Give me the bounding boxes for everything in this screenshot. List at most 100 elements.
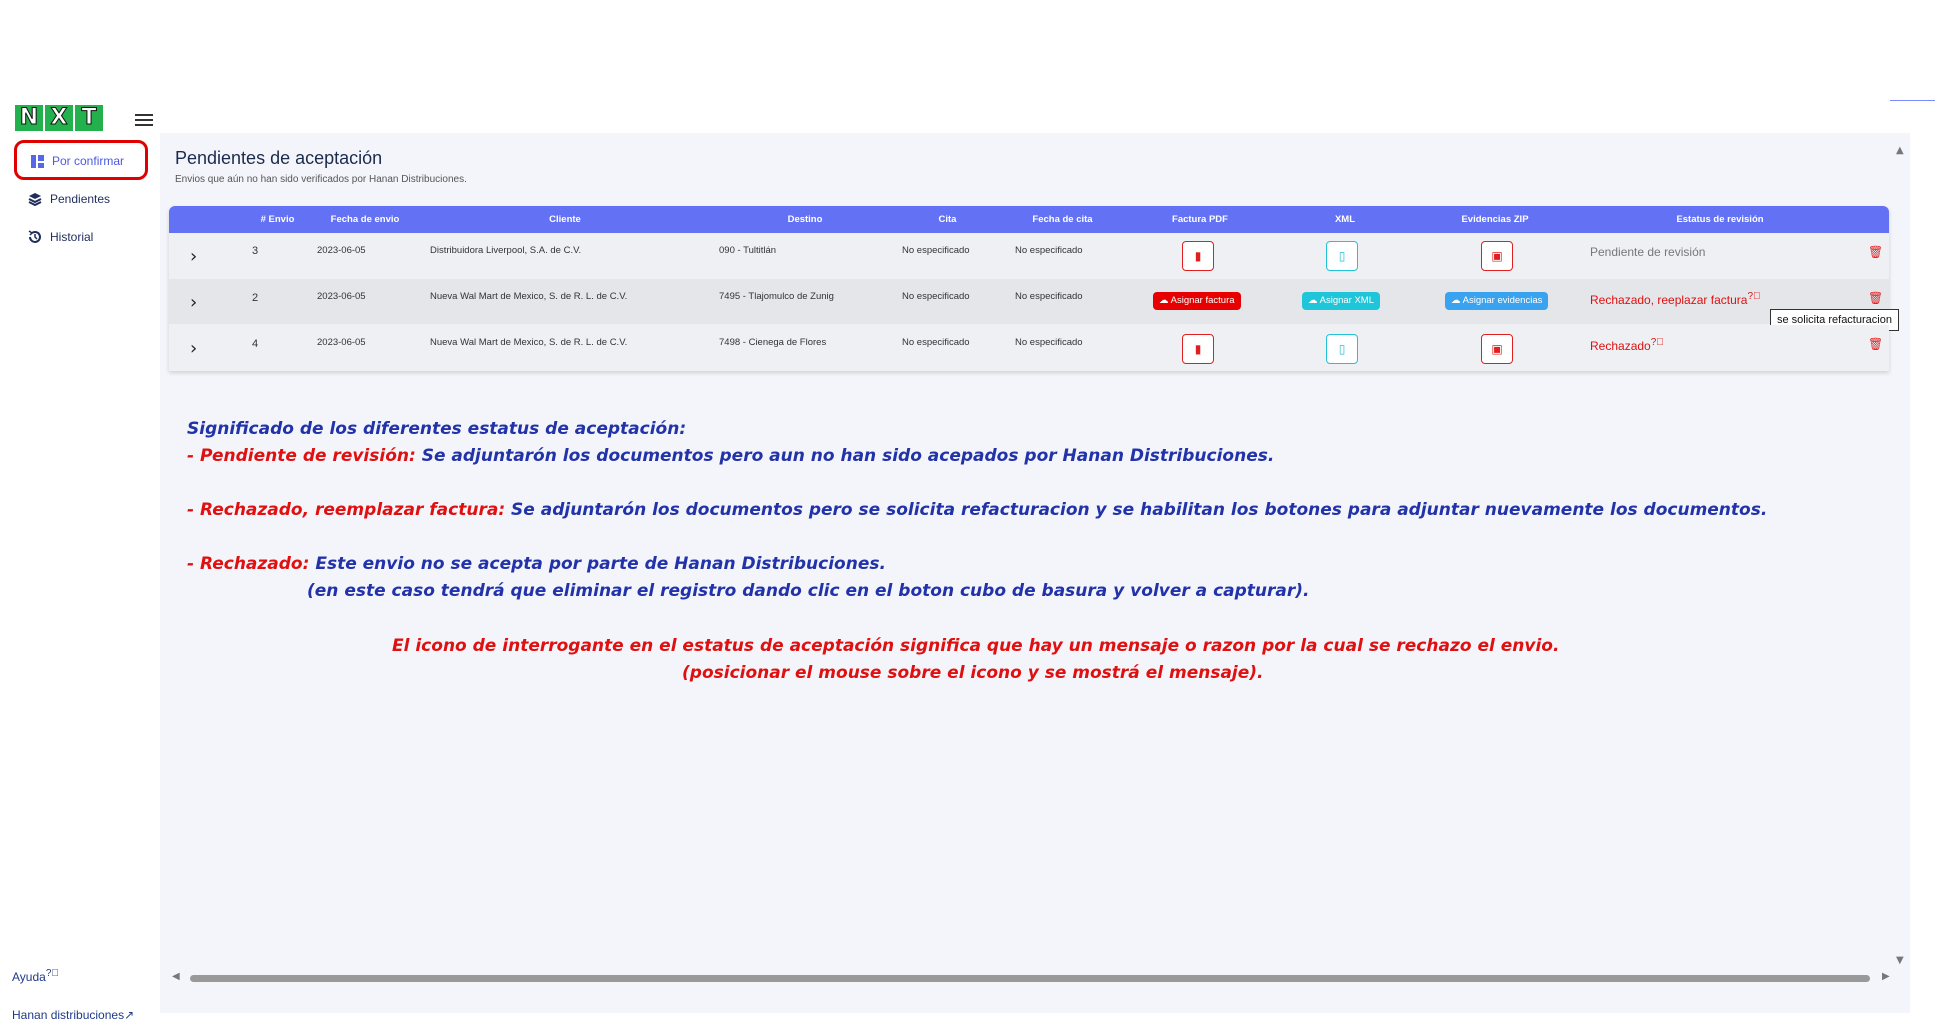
zip-file-button[interactable]: ▣: [1481, 241, 1513, 271]
cell-cita: No especificado: [902, 337, 970, 348]
cell-destino: 090 - Tultitlán: [719, 245, 777, 256]
explanation-line-1: - Pendiente de revisión: Se adjuntarón l…: [187, 446, 1274, 466]
status-key: - Rechazado:: [187, 554, 310, 574]
external-link-icon: ↗: [124, 1008, 135, 1022]
trash-icon[interactable]: 🗑: [1868, 337, 1883, 351]
trash-icon[interactable]: 🗑: [1868, 291, 1883, 305]
cell-destino: 7495 - Tlajomulco de Zunig: [719, 291, 834, 302]
horizontal-scrollbar[interactable]: [190, 975, 1870, 982]
col-xml: XML: [1334, 214, 1356, 225]
cell-fecha-cita: No especificado: [1015, 245, 1083, 256]
status-text: Rechazado?⃝: [1590, 337, 1664, 353]
question-icon[interactable]: ?⃝: [1651, 337, 1664, 348]
menu-icon[interactable]: [135, 111, 153, 129]
col-estatus: Estatus de revisión: [1676, 214, 1764, 225]
cell-envio: 2: [252, 292, 259, 304]
images-icon: ▣: [1491, 342, 1503, 356]
status-desc: Este envio no se acepta por parte de Han…: [309, 554, 886, 574]
page-subtitle: Envios que aún no han sido verificados p…: [175, 174, 467, 185]
asignar-factura-button[interactable]: ☁ Asignar factura: [1153, 292, 1241, 310]
asignar-evidencias-button[interactable]: ☁ Asignar evidencias: [1445, 292, 1549, 310]
trash-icon[interactable]: 🗑: [1868, 245, 1883, 259]
logo-letter-x: X: [45, 105, 73, 131]
pdf-icon: ▮: [1194, 342, 1202, 356]
sidebar-item-por-confirmar[interactable]: Por confirmar: [30, 150, 124, 172]
col-envio: # Envio: [260, 214, 295, 225]
pdf-file-button[interactable]: ▮: [1182, 241, 1214, 271]
explanation-heading: Significado de los diferentes estatus de…: [187, 419, 687, 439]
cell-cliente: Distribuidora Liverpool, S.A. de C.V.: [430, 245, 582, 256]
cell-fecha: 2023-06-05: [317, 291, 366, 302]
explanation-line-3: - Rechazado: Este envio no se acepta por…: [187, 554, 886, 574]
xml-file-button[interactable]: ▯: [1326, 241, 1358, 271]
chevron-right-icon[interactable]: ›: [190, 292, 197, 313]
status-desc: Se adjuntarón los documentos pero aun no…: [415, 446, 1275, 466]
file-icon: ▯: [1338, 249, 1346, 263]
chevron-right-icon[interactable]: ›: [190, 338, 197, 359]
scroll-up-icon[interactable]: ▲: [1896, 145, 1904, 156]
chevron-right-icon[interactable]: ›: [190, 246, 197, 267]
sidebar-item-label: Historial: [50, 230, 94, 244]
sidebar-item-label: Por confirmar: [52, 154, 125, 168]
help-link[interactable]: Ayuda?⃝: [12, 968, 59, 984]
button-label: Asignar XML: [1319, 295, 1375, 306]
cell-destino: 7498 - Cienega de Flores: [719, 337, 827, 348]
history-icon: [28, 230, 42, 244]
explanation-line-2: - Rechazado, reemplazar factura: Se adju…: [187, 500, 1767, 520]
cell-cliente: Nueva Wal Mart de Mexico, S. de R. L. de…: [430, 291, 628, 302]
asignar-xml-button[interactable]: ☁ Asignar XML: [1302, 292, 1381, 310]
dashboard-icon: [30, 154, 44, 168]
cell-fecha-cita: No especificado: [1015, 291, 1083, 302]
sidebar: [0, 133, 158, 1016]
status-key: - Pendiente de revisión:: [187, 446, 416, 466]
scroll-right-icon[interactable]: ▶: [1882, 971, 1890, 982]
button-label: Asignar evidencias: [1462, 295, 1543, 306]
scroll-left-icon[interactable]: ◀: [172, 971, 180, 982]
sidebar-item-label: Pendientes: [50, 192, 111, 206]
scroll-down-icon[interactable]: ▼: [1896, 955, 1904, 966]
logo-letter-n: N: [15, 105, 43, 131]
button-label: Asignar factura: [1170, 295, 1235, 306]
status-key: - Rechazado, reemplazar factura:: [187, 500, 506, 520]
images-icon: ▣: [1491, 249, 1503, 263]
col-fecha-cita: Fecha de cita: [1032, 214, 1093, 225]
cell-envio: 3: [252, 245, 259, 257]
col-factura-pdf: Factura PDF: [1172, 214, 1228, 225]
company-label: Hanan distribuciones: [12, 1008, 125, 1022]
col-destino: Destino: [787, 214, 823, 225]
pdf-icon: ▮: [1194, 249, 1202, 263]
file-icon: ▯: [1338, 342, 1346, 356]
help-label: Ayuda: [12, 970, 46, 984]
pdf-file-button[interactable]: ▮: [1182, 334, 1214, 364]
company-link[interactable]: Hanan distribuciones↗: [12, 1008, 134, 1022]
logo-letter-t: T: [75, 105, 103, 131]
status-label: Rechazado: [1590, 339, 1651, 353]
col-cliente: Cliente: [549, 214, 581, 225]
col-fecha-envio: Fecha de envio: [330, 214, 400, 225]
status-label: Rechazado, reeplazar factura: [1590, 293, 1748, 307]
page-title: Pendientes de aceptación: [175, 148, 383, 168]
status-text: Pendiente de revisión: [1590, 245, 1706, 259]
cell-envio: 4: [252, 338, 259, 350]
explanation-footnote-1: El icono de interrogante en el estatus d…: [392, 636, 1560, 656]
explanation-note: (en este caso tendrá que eliminar el reg…: [307, 581, 1310, 601]
col-evidencias: Evidencias ZIP: [1461, 214, 1529, 225]
top-divider: [1890, 100, 1935, 101]
cell-cita: No especificado: [902, 245, 970, 256]
zip-file-button[interactable]: ▣: [1481, 334, 1513, 364]
status-text: Rechazado, reeplazar factura?⃝: [1590, 291, 1761, 307]
question-icon[interactable]: ?⃝: [1747, 291, 1760, 302]
cell-cita: No especificado: [902, 291, 970, 302]
cell-fecha: 2023-06-05: [317, 337, 366, 348]
explanation-footnote-2: (posicionar el mouse sobre el icono y se…: [682, 663, 1264, 683]
sidebar-item-historial[interactable]: Historial: [28, 226, 93, 248]
sidebar-item-pendientes[interactable]: Pendientes: [28, 188, 110, 210]
xml-file-button[interactable]: ▯: [1326, 334, 1358, 364]
cell-fecha: 2023-06-05: [317, 245, 366, 256]
layers-icon: [28, 192, 42, 206]
cell-fecha-cita: No especificado: [1015, 337, 1083, 348]
nxt-logo: N X T: [15, 105, 103, 131]
col-cita: Cita: [938, 214, 957, 225]
status-desc: Se adjuntarón los documentos pero se sol…: [505, 500, 1768, 520]
cell-cliente: Nueva Wal Mart de Mexico, S. de R. L. de…: [430, 337, 628, 348]
